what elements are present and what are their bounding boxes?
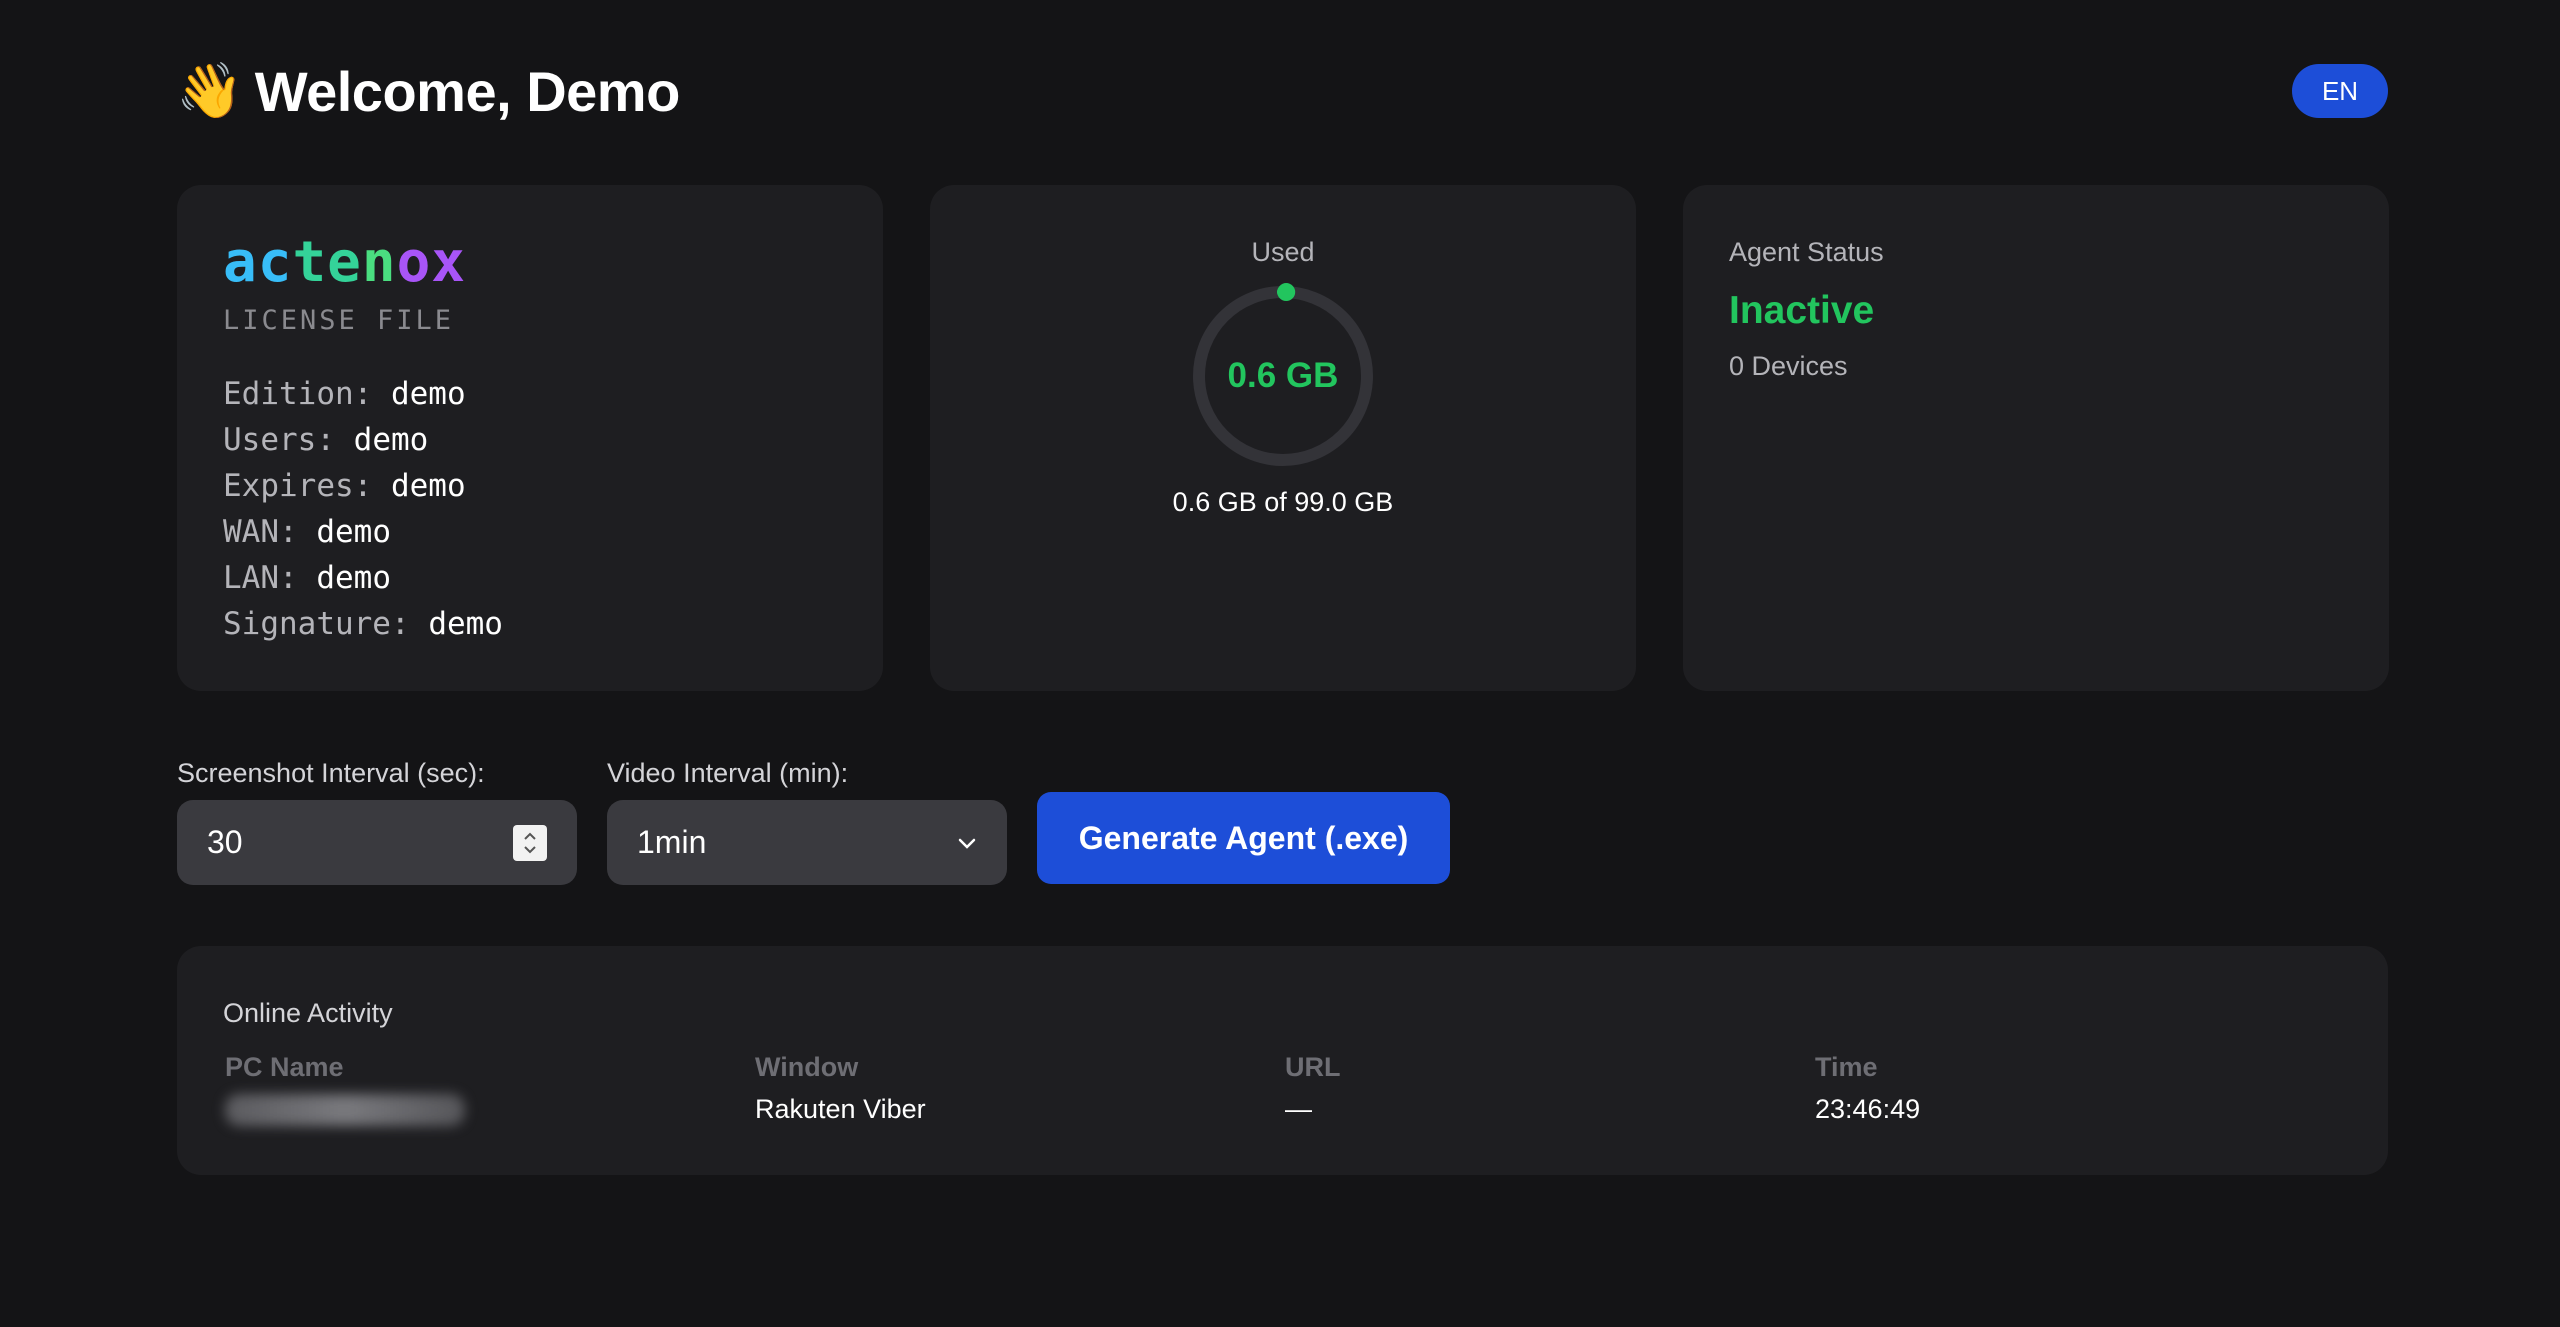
screenshot-interval-label: Screenshot Interval (sec): [177,758,485,788]
generate-agent-button[interactable]: Generate Agent (.exe) [1037,792,1450,884]
agent-device-count: 0 Devices [1729,351,1848,381]
license-field-expires: Expires: demo [223,468,466,504]
brand-logo: actenox [223,235,466,291]
dashboard-page: 👋 Welcome, Demo EN actenox LICENSE FILE … [0,0,2560,1327]
agent-status-value: Inactive [1729,289,1875,332]
agent-status-card: Agent Status Inactive 0 Devices [1683,185,2389,691]
welcome-heading: 👋 Welcome, Demo [176,59,680,124]
license-field-users: Users: demo [223,422,429,458]
chevron-down-icon [958,838,976,849]
column-header-time: Time [1815,1052,1878,1082]
license-field-edition: Edition: demo [223,376,466,412]
column-header-url: URL [1285,1052,1341,1082]
brand-part: ac [223,230,293,295]
brand-part: ox [396,230,467,295]
online-activity-title: Online Activity [223,998,393,1028]
page-title: Welcome, Demo [254,59,681,123]
license-field-signature: Signature: demo [223,606,503,642]
column-header-pc-name: PC Name [225,1052,344,1082]
header: 👋 Welcome, Demo EN [176,56,2388,126]
cell-url: — [1285,1094,1312,1124]
license-field-lan: LAN: demo [223,560,391,596]
redacted-pc-name [225,1094,465,1126]
agent-status-label: Agent Status [1729,237,1884,267]
license-field-wan: WAN: demo [223,514,391,550]
license-card: actenox LICENSE FILE Edition: demo Users… [177,185,883,691]
column-header-window: Window [755,1052,859,1082]
number-stepper-icon[interactable] [513,825,547,861]
video-interval-label: Video Interval (min): [607,758,849,788]
brand-part: n [361,230,397,295]
storage-usage-card: Used 0.6 GB 0.6 GB of 99.0 GB [930,185,1636,691]
waving-hand-icon: 👋 [176,61,243,121]
usage-value: 0.6 GB [1227,356,1339,395]
license-subtitle: LICENSE FILE [223,305,455,336]
screenshot-interval-value: 30 [207,824,243,860]
video-interval-select[interactable]: 1min [607,800,1007,885]
video-interval-value: 1min [637,824,707,860]
online-activity-panel: Online Activity PC Name Window URL Time … [177,946,2388,1175]
usage-label: Used [1251,237,1315,267]
language-button[interactable]: EN [2292,64,2388,118]
cell-window: Rakuten Viber [755,1094,926,1124]
usage-detail: 0.6 GB of 99.0 GB [1172,487,1394,517]
screenshot-interval-input[interactable]: 30 [177,800,577,885]
cell-time: 23:46:49 [1815,1094,1921,1124]
brand-part: te [292,230,362,295]
license-fields: Edition: demo Users: demo Expires: demo … [223,371,503,647]
